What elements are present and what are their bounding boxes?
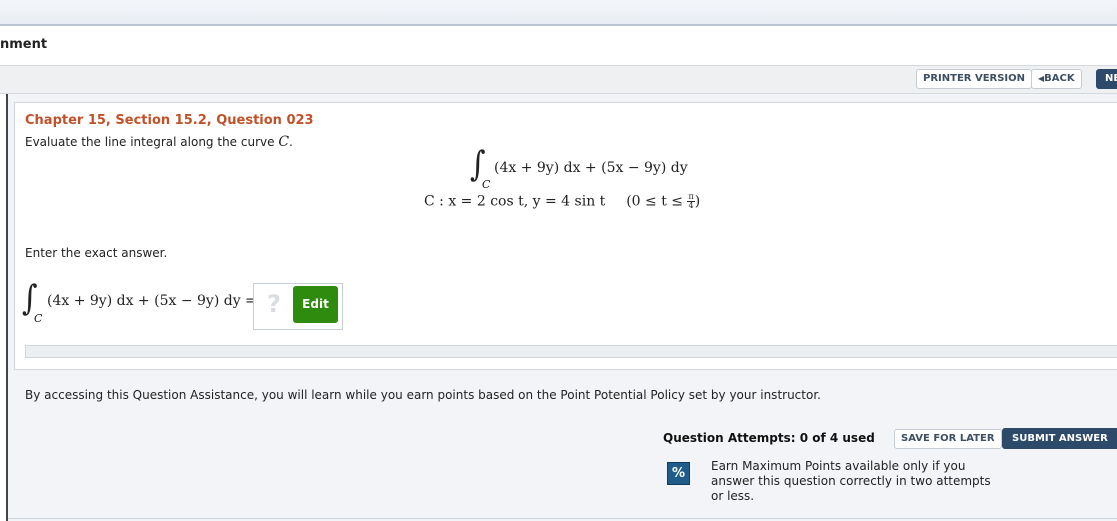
back-button[interactable]: ◀BACK: [1031, 69, 1082, 89]
question-heading: Chapter 15, Section 15.2, Question 023: [25, 113, 314, 128]
curve-equations: C : x = 2 cos t, y = 4 sin t: [424, 193, 606, 210]
integrand-expression: (4x + 9y) dx + (5x − 9y) dy: [494, 160, 688, 176]
submit-answer-button[interactable]: SUBMIT ANSWER: [1002, 428, 1117, 449]
answer-placeholder: ?: [267, 290, 281, 318]
question-assistance-note: By accessing this Question Assistance, y…: [25, 388, 821, 402]
assignment-title: nment: [0, 37, 48, 52]
question-attempts: Question Attempts: 0 of 4 used: [663, 431, 875, 445]
browser-top-strip: [0, 0, 1117, 26]
edit-answer-button[interactable]: Edit: [293, 286, 338, 323]
answer-lhs: (4x + 9y) dx + (5x − 9y) dy =: [47, 293, 257, 309]
curve-parametrization: C : x = 2 cos t, y = 4 sin t (0 ≤ t ≤ π4…: [424, 193, 700, 210]
enter-answer-label: Enter the exact answer.: [25, 246, 168, 260]
prompt-text: Evaluate the line integral along the cur…: [25, 135, 279, 149]
question-prompt: Evaluate the line integral along the cur…: [25, 134, 293, 150]
bottom-divider: [8, 518, 1117, 519]
fraction-denominator: 4: [688, 201, 694, 210]
interval-fraction: π4: [687, 193, 695, 210]
printer-version-button[interactable]: PRINTER VERSION: [916, 69, 1033, 89]
percent-icon: %: [667, 462, 690, 485]
save-for-later-button[interactable]: SAVE FOR LATER: [894, 429, 1002, 449]
interval-left: (0 ≤ t ≤: [626, 193, 688, 210]
next-button[interactable]: NE: [1096, 69, 1117, 89]
earn-points-note: Earn Maximum Points available only if yo…: [711, 459, 991, 503]
prompt-end: .: [289, 135, 293, 149]
answer-integral-subscript: C: [34, 312, 43, 325]
title-bar: [0, 26, 1117, 66]
prompt-curve-var: C: [278, 134, 290, 150]
question-progress-bar: [25, 345, 1117, 358]
left-divider: [0, 94, 8, 521]
integral-subscript: C: [482, 178, 491, 191]
back-button-label: BACK: [1044, 73, 1075, 84]
interval-right: ): [694, 193, 701, 210]
